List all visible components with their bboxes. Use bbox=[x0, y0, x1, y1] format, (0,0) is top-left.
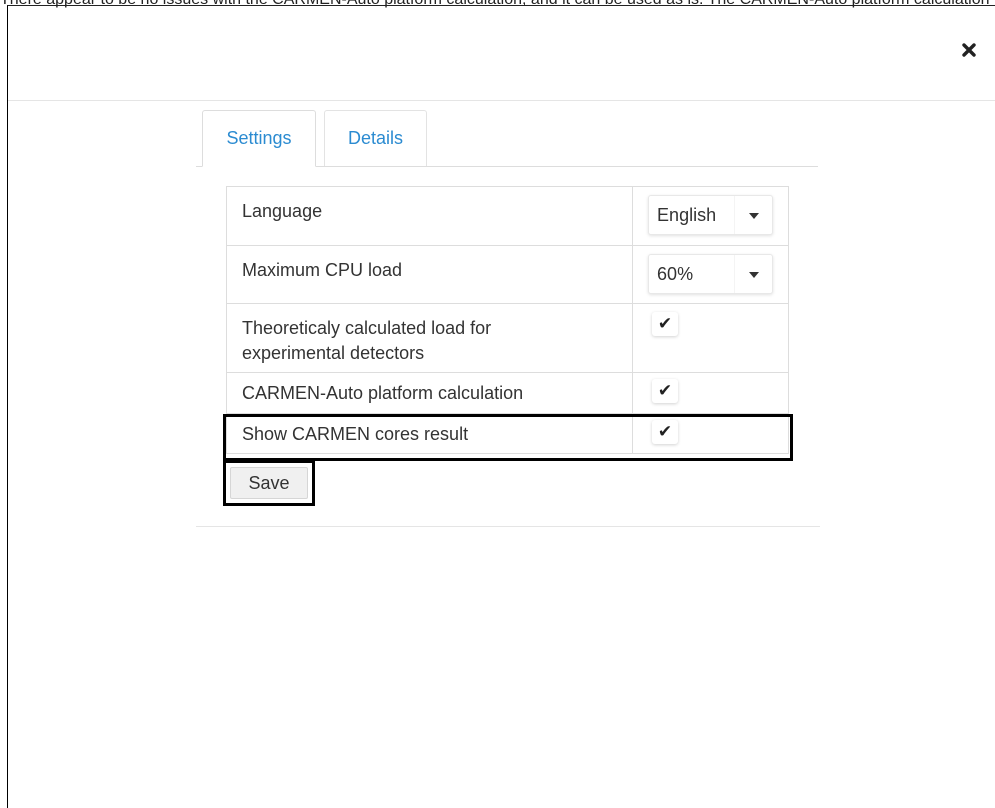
carmen-auto-checkbox[interactable]: ✔ bbox=[652, 379, 679, 403]
language-label: Language bbox=[225, 186, 634, 246]
language-select[interactable]: English bbox=[648, 195, 774, 235]
settings-table: Language English Maximum CPU load 60% Th… bbox=[225, 186, 789, 454]
checkmark-icon: ✔ bbox=[657, 381, 673, 400]
chevron-down-icon bbox=[749, 272, 760, 278]
close-button[interactable] bbox=[960, 40, 978, 60]
dialog-header bbox=[8, 6, 995, 101]
checkmark-icon: ✔ bbox=[657, 314, 673, 333]
tab-settings[interactable]: Settings bbox=[202, 110, 316, 167]
carmen-cores-checkbox[interactable]: ✔ bbox=[652, 420, 679, 444]
cpu-load-select[interactable]: 60% bbox=[648, 254, 774, 294]
setting-row-theoretical-load: Theoreticaly calculated load for experim… bbox=[225, 303, 789, 373]
divider bbox=[196, 526, 820, 527]
cpu-load-label: Maximum CPU load bbox=[225, 245, 634, 304]
save-button-highlight: Save bbox=[223, 460, 315, 506]
cpu-load-select-value: 60% bbox=[657, 263, 694, 284]
tab-bar: Settings Details bbox=[196, 110, 818, 167]
save-button[interactable]: Save bbox=[230, 467, 308, 499]
carmen-auto-label: CARMEN-Auto platform calculation bbox=[225, 372, 634, 414]
checkmark-icon: ✔ bbox=[657, 422, 673, 441]
chevron-down-icon bbox=[749, 213, 760, 219]
carmen-cores-label: Show CARMEN cores result bbox=[225, 413, 634, 454]
setting-row-cpu-load: Maximum CPU load 60% bbox=[225, 245, 789, 304]
theoretical-load-checkbox[interactable]: ✔ bbox=[652, 312, 679, 336]
tab-details[interactable]: Details bbox=[324, 110, 427, 166]
setting-row-carmen-auto: CARMEN-Auto platform calculation ✔ bbox=[225, 372, 789, 414]
close-icon bbox=[962, 43, 976, 57]
setting-row-carmen-cores: Show CARMEN cores result ✔ bbox=[225, 413, 789, 454]
language-select-value: English bbox=[657, 204, 717, 225]
setting-row-language: Language English bbox=[225, 186, 789, 246]
theoretical-load-label: Theoreticaly calculated load for experim… bbox=[225, 303, 634, 373]
